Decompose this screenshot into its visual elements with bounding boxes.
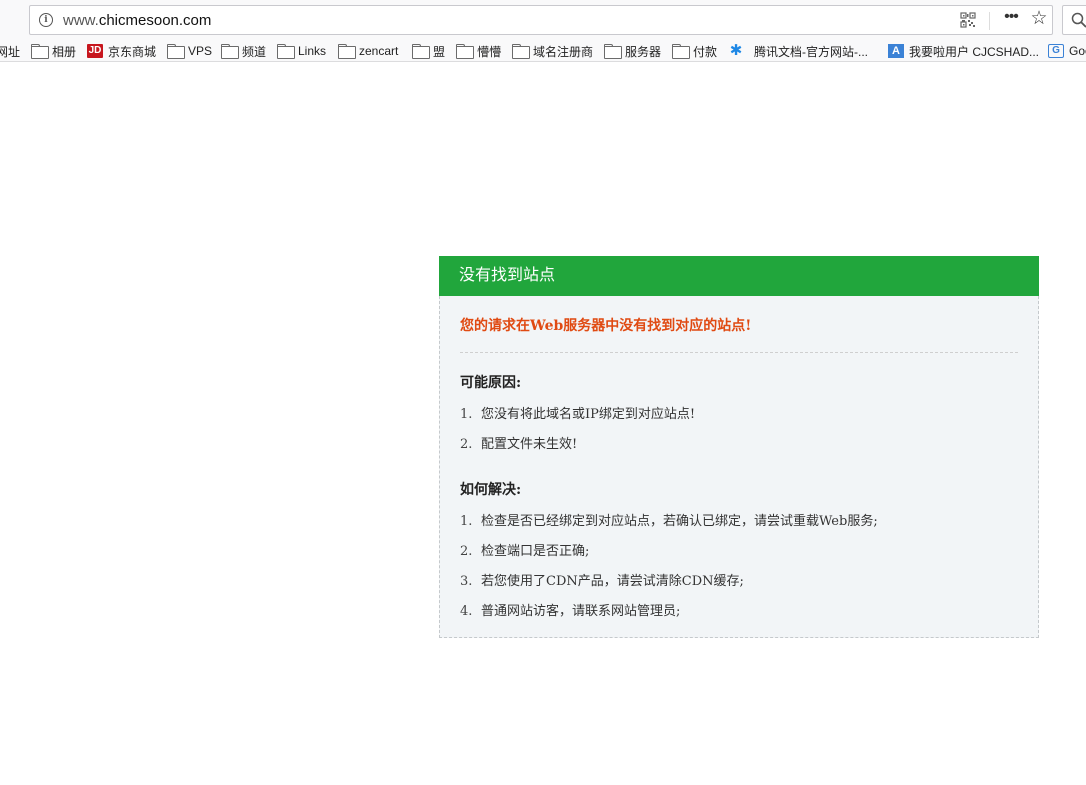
bookmark-item[interactable]: 网址 [0, 40, 21, 61]
reasons-title: 可能原因: [460, 375, 522, 391]
list-text: 您没有将此域名或IP绑定到对应站点! [481, 407, 696, 422]
bookmark-label: 付款 [693, 44, 718, 59]
folder-icon [412, 44, 430, 59]
tencent-docs-icon: ✱ [729, 42, 743, 59]
bookmark-star-icon[interactable]: ☆ [1028, 8, 1050, 30]
bookmark-label: 服务器 [625, 44, 662, 59]
list-item: 4. 普通网站访客，请联系网站管理员; [460, 597, 1018, 627]
bookmark-label: 懵懵 [477, 44, 502, 59]
bookmark-folder[interactable]: 相册 [31, 40, 77, 61]
bookmark-folder[interactable]: 盟 [412, 40, 446, 61]
search-icon [1071, 12, 1086, 28]
a-icon: A [888, 44, 904, 58]
bookmark-folder[interactable]: 频道 [221, 40, 267, 61]
bookmark-folder[interactable]: zencart [338, 40, 399, 61]
bookmark-label: VPS [188, 44, 213, 58]
address-bar[interactable]: i www.chicmesoon.com ••• ☆ [29, 5, 1053, 35]
list-number: 4. [460, 604, 473, 619]
bookmark-folder[interactable]: 付款 [672, 40, 718, 61]
list-item: 2. 配置文件未生效! [460, 430, 1018, 460]
url-host: chicmesoon.com [98, 12, 212, 29]
panel-body: 您的请求在Web服务器中没有找到对应的站点! 可能原因: 1. 您没有将此域名或I… [439, 296, 1039, 638]
folder-icon [277, 44, 295, 59]
bookmark-label: 腾讯文档-官方网站-... [754, 44, 868, 59]
folder-icon [167, 44, 185, 59]
list-text: 检查是否已经绑定到对应站点，若确认已绑定，请尝试重载Web服务; [481, 514, 878, 529]
warning-message: 您的请求在Web服务器中没有找到对应的站点! [460, 318, 752, 334]
solutions-list: 1. 检查是否已经绑定到对应站点，若确认已绑定，请尝试重载Web服务; 2. 检查端… [460, 507, 1018, 627]
bookmark-item[interactable]: A 我要啦用户 CJCSHAD... [888, 40, 1040, 61]
bookmark-folder[interactable]: Links [277, 40, 327, 61]
folder-icon [672, 44, 690, 59]
qr-code-icon[interactable] [960, 12, 976, 28]
bookmark-label: Links [298, 44, 327, 58]
divider [460, 352, 1018, 353]
folder-icon [338, 44, 356, 59]
bookmark-label: 盟 [433, 44, 446, 59]
list-number: 2. [460, 437, 473, 452]
folder-icon [512, 44, 530, 59]
folder-icon [604, 44, 622, 59]
search-box[interactable] [1062, 5, 1086, 35]
bookmark-label: 相册 [52, 44, 77, 59]
list-number: 1. [460, 514, 473, 529]
list-item: 2. 检查端口是否正确; [460, 537, 1018, 567]
bookmark-folder[interactable]: 懵懵 [456, 40, 502, 61]
bookmark-item[interactable]: ✱ 腾讯文档-官方网站-... [728, 40, 868, 61]
list-number: 2. [460, 544, 473, 559]
bookmark-label: 网址 [0, 44, 21, 59]
url-text[interactable]: www.chicmesoon.com [63, 12, 211, 29]
list-text: 检查端口是否正确; [481, 544, 590, 559]
list-item: 3. 若您使用了CDN产品，请尝试清除CDN缓存; [460, 567, 1018, 597]
folder-icon [456, 44, 474, 59]
list-text: 普通网站访客，请联系网站管理员; [481, 604, 681, 619]
solutions-title: 如何解决: [460, 482, 522, 498]
google-icon: G [1048, 44, 1064, 58]
page-actions-more-icon[interactable]: ••• [1000, 8, 1022, 30]
bookmark-item[interactable]: G Goo [1048, 40, 1086, 61]
reasons-list: 1. 您没有将此域名或IP绑定到对应站点! 2. 配置文件未生效! [460, 400, 1018, 460]
bookmark-label: 京东商城 [108, 44, 157, 59]
browser-toolbar: i www.chicmesoon.com ••• ☆ [0, 0, 1086, 40]
toolbar-separator [989, 12, 990, 30]
list-number: 1. [460, 407, 473, 422]
bookmark-item[interactable]: JD 京东商城 [87, 40, 157, 61]
bookmark-label: 我要啦用户 CJCSHAD... [909, 44, 1040, 59]
bookmark-folder[interactable]: VPS [167, 40, 213, 61]
bookmark-label: 域名注册商 [533, 44, 594, 59]
bookmark-label: zencart [359, 44, 399, 58]
panel-title: 没有找到站点 [439, 256, 1039, 296]
site-not-found-panel: 没有找到站点 您的请求在Web服务器中没有找到对应的站点! 可能原因: 1. 您没… [439, 256, 1039, 638]
list-text: 若您使用了CDN产品，请尝试清除CDN缓存; [481, 574, 744, 589]
list-text: 配置文件未生效! [481, 437, 578, 452]
info-icon[interactable]: i [39, 13, 53, 27]
bookmark-label: 频道 [242, 44, 267, 59]
bookmark-folder[interactable]: 域名注册商 [512, 40, 594, 61]
folder-icon [31, 44, 49, 59]
list-item: 1. 您没有将此域名或IP绑定到对应站点! [460, 400, 1018, 430]
list-number: 3. [460, 574, 473, 589]
jd-icon: JD [87, 44, 103, 58]
bookmark-folder[interactable]: 服务器 [604, 40, 662, 61]
bookmark-label: Goo [1069, 44, 1086, 58]
url-prefix: www. [63, 12, 99, 29]
list-item: 1. 检查是否已经绑定到对应站点，若确认已绑定，请尝试重载Web服务; [460, 507, 1018, 537]
bookmarks-toolbar: 网址 相册 JD 京东商城 VPS 频道 Links zencart 盟 懵懵 … [0, 40, 1086, 62]
folder-icon [221, 44, 239, 59]
